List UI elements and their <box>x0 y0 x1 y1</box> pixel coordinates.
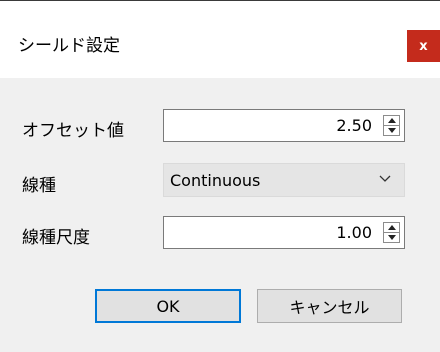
linetype-scale-decrement-button[interactable] <box>384 233 399 242</box>
offset-value[interactable]: 2.50 <box>336 116 372 135</box>
offset-label: オフセット値 <box>22 121 124 141</box>
linetype-label: 線種 <box>22 176 56 196</box>
offset-stepper[interactable]: 2.50 <box>163 109 405 142</box>
linetype-scale-spin-control[interactable] <box>383 222 400 243</box>
linetype-select[interactable]: Continuous <box>163 163 405 197</box>
linetype-scale-stepper[interactable]: 1.00 <box>163 216 405 249</box>
offset-decrement-button[interactable] <box>384 126 399 135</box>
linetype-scale-value[interactable]: 1.00 <box>336 223 372 242</box>
offset-spin-control[interactable] <box>383 115 400 136</box>
ok-button-label: OK <box>156 296 180 316</box>
linetype-scale-increment-button[interactable] <box>384 223 399 233</box>
chevron-down-icon <box>379 175 391 182</box>
linetype-scale-label: 線種尺度 <box>22 228 90 248</box>
title-bar[interactable]: シールド設定 x <box>0 1 440 78</box>
cancel-button[interactable]: キャンセル <box>257 289 402 323</box>
dialog-title: シールド設定 <box>18 36 120 56</box>
shield-settings-dialog: シールド設定 x オフセット値 2.50 線種 Continuous 線種尺度 … <box>0 0 440 352</box>
cancel-button-label: キャンセル <box>289 298 370 317</box>
arrow-down-icon <box>387 128 396 133</box>
arrow-up-icon <box>387 225 396 230</box>
arrow-up-icon <box>387 118 396 123</box>
linetype-selected-value: Continuous <box>170 171 261 190</box>
offset-increment-button[interactable] <box>384 116 399 126</box>
close-button[interactable]: x <box>407 30 440 62</box>
ok-button[interactable]: OK <box>95 289 241 323</box>
arrow-down-icon <box>387 235 396 240</box>
close-icon: x <box>419 38 428 54</box>
